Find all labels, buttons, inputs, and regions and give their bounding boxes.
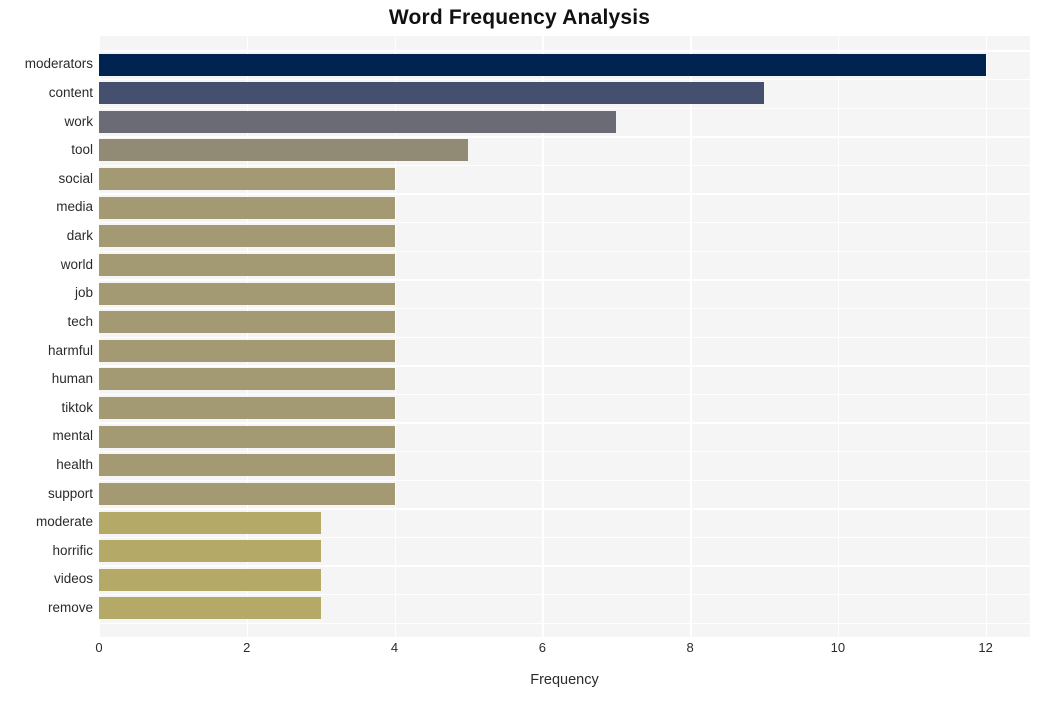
bar[interactable] — [99, 568, 321, 591]
x-axis-tick-label: 4 — [390, 640, 399, 655]
x-axis-title: Frequency — [530, 672, 599, 688]
y-axis-label: tech — [67, 313, 93, 329]
x-axis-tick-labels: 0 2 4 6 8 10 12 — [95, 640, 1030, 662]
bar-row[interactable] — [99, 50, 1030, 79]
bar[interactable] — [99, 139, 469, 162]
bar-row[interactable] — [99, 136, 1030, 165]
bar-row[interactable] — [99, 222, 1030, 251]
bar[interactable] — [99, 53, 986, 76]
y-axis-label: harmful — [47, 342, 93, 358]
y-axis-label: content — [48, 84, 93, 100]
bar[interactable] — [99, 425, 395, 448]
bar[interactable] — [99, 196, 395, 219]
bar-row[interactable] — [99, 365, 1030, 394]
bar-row[interactable] — [99, 565, 1030, 594]
bar[interactable] — [99, 82, 764, 105]
bar[interactable] — [99, 454, 395, 477]
bar[interactable] — [99, 397, 395, 420]
bar-row[interactable] — [99, 108, 1030, 137]
bar[interactable] — [99, 110, 617, 133]
bar-row[interactable] — [99, 193, 1030, 222]
y-axis-label: tool — [71, 142, 93, 158]
y-axis-label: mental — [52, 428, 93, 444]
bar[interactable] — [99, 311, 395, 334]
bar-row[interactable] — [99, 508, 1030, 537]
bar-row[interactable] — [99, 165, 1030, 194]
bars-layer — [99, 36, 1030, 637]
word-frequency-chart-figure: Word Frequency Analysis moderators conten… — [0, 0, 1039, 701]
y-axis-label: social — [58, 170, 93, 186]
y-axis-label: moderators — [24, 56, 93, 72]
y-axis-label: dark — [66, 228, 93, 244]
bar-row[interactable] — [99, 279, 1030, 308]
bar-row[interactable] — [99, 394, 1030, 423]
bar[interactable] — [99, 253, 395, 276]
bar[interactable] — [99, 282, 395, 305]
y-axis-label: human — [51, 371, 93, 387]
x-axis-tick-label: 2 — [243, 640, 251, 655]
y-axis-label: health — [56, 456, 93, 472]
bar[interactable] — [99, 597, 321, 620]
bar[interactable] — [99, 540, 321, 563]
x-axis-tick-label: 8 — [686, 640, 694, 655]
y-axis-label: media — [56, 199, 93, 215]
y-axis-label: horrific — [52, 542, 93, 558]
bar[interactable] — [99, 168, 395, 191]
bar-row[interactable] — [99, 308, 1030, 337]
x-axis-tick-label: 12 — [978, 640, 993, 655]
y-axis-label: tiktok — [61, 399, 93, 415]
y-axis-label: work — [64, 113, 93, 129]
y-axis-label: moderate — [35, 514, 93, 530]
y-axis-category-labels: moderators content work tool social media dark… — [0, 36, 93, 637]
bar[interactable] — [99, 482, 395, 505]
bar[interactable] — [99, 339, 395, 362]
x-axis-tick-label: 0 — [95, 640, 103, 655]
y-axis-label: world — [60, 256, 93, 272]
bar-row[interactable] — [99, 480, 1030, 509]
y-axis-label: remove — [47, 600, 93, 616]
chart-title: Word Frequency Analysis — [388, 6, 651, 29]
bar-row[interactable] — [99, 594, 1030, 623]
bar-row[interactable] — [99, 537, 1030, 566]
bar[interactable] — [99, 225, 395, 248]
bar[interactable] — [99, 511, 321, 534]
x-axis-tick-label: 6 — [538, 640, 546, 655]
y-axis-label: videos — [53, 571, 93, 587]
bar-row[interactable] — [99, 422, 1030, 451]
y-axis-label: support — [47, 485, 93, 501]
bar[interactable] — [99, 368, 395, 391]
bar-row[interactable] — [99, 451, 1030, 480]
y-axis-label: job — [74, 285, 93, 301]
bar-row[interactable] — [99, 337, 1030, 366]
x-axis-tick-label: 10 — [830, 640, 846, 655]
bar-row[interactable] — [99, 251, 1030, 280]
bar-row[interactable] — [99, 79, 1030, 108]
